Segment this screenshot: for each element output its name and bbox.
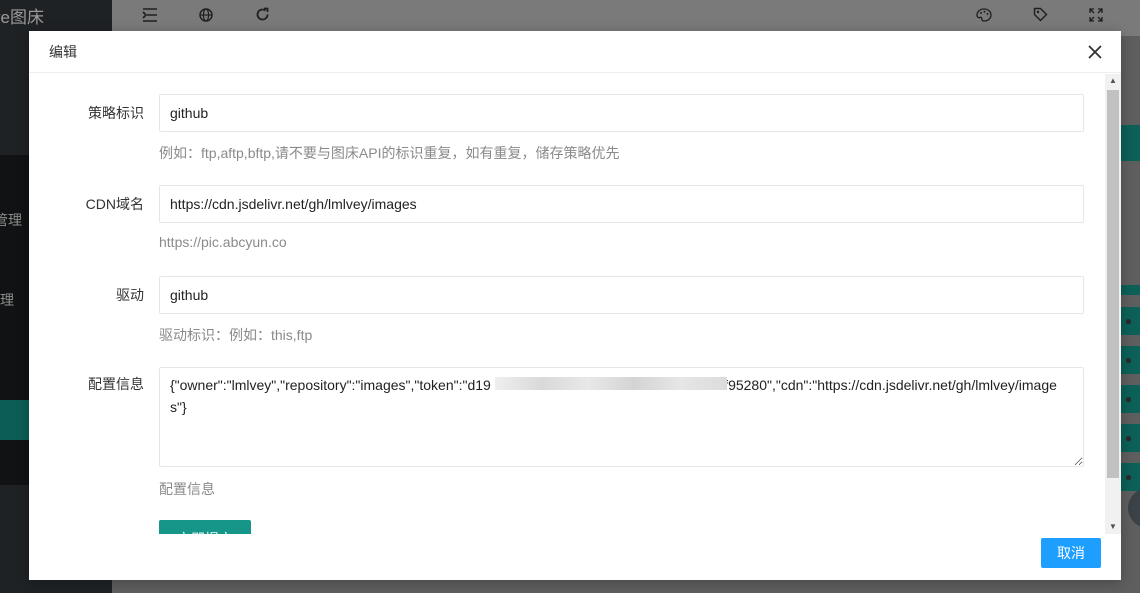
field-label: 配置信息 <box>88 376 144 392</box>
field-label: 策略标识 <box>88 105 144 121</box>
edit-icon: ● <box>1124 392 1133 406</box>
edit-icon: ● <box>1124 353 1133 367</box>
field-hint: 例如：ftp,aftp,bftp,请不要与图床API的标识重复，如有重复，储存策… <box>159 145 620 161</box>
edit-icon: ● <box>1124 470 1133 484</box>
field-hint: 配置信息 <box>159 481 215 497</box>
sidebar-item-label: 理 <box>0 292 14 308</box>
field-hint: https://pic.abcyun.co <box>159 234 287 250</box>
scrollbar-thumb[interactable] <box>1107 90 1119 478</box>
driver-input[interactable] <box>159 276 1084 314</box>
close-icon <box>1088 45 1102 59</box>
scroll-down-icon[interactable]: ▼ <box>1105 520 1121 534</box>
modal-title: 编辑 <box>49 44 77 60</box>
edit-icon: ● <box>1124 431 1133 445</box>
field-hint: 驱动标识：例如：this,ftp <box>159 327 313 343</box>
modal-scrollbar[interactable]: ▲ ▼ <box>1105 74 1121 534</box>
cancel-button[interactable]: 取消 <box>1041 538 1101 568</box>
scroll-up-icon[interactable]: ▲ <box>1105 74 1121 88</box>
floating-action-button[interactable] <box>1128 488 1140 528</box>
logo-text: ve图床 <box>0 8 44 27</box>
modal-footer: 取消 <box>29 534 1121 580</box>
edit-icon: ● <box>1124 314 1133 328</box>
field-label: CDN域名 <box>85 196 144 212</box>
strategy-id-input[interactable] <box>159 94 1084 132</box>
sidebar-active-indicator <box>0 400 29 440</box>
modal-header: 编辑 <box>29 31 1121 73</box>
field-label: 驱动 <box>116 287 144 303</box>
close-button[interactable] <box>1083 40 1107 64</box>
token-redaction-mask <box>495 377 727 390</box>
sidebar-item-label: 管理 <box>0 212 22 228</box>
edit-modal: 编辑 策略标识 例如：ftp,aftp,bftp,请不要与图床API的标识重复，… <box>29 31 1121 580</box>
modal-body: 策略标识 例如：ftp,aftp,bftp,请不要与图床API的标识重复，如有重… <box>29 74 1121 534</box>
cdn-domain-input[interactable] <box>159 185 1084 223</box>
submit-button[interactable]: 立即提交 <box>159 520 251 534</box>
